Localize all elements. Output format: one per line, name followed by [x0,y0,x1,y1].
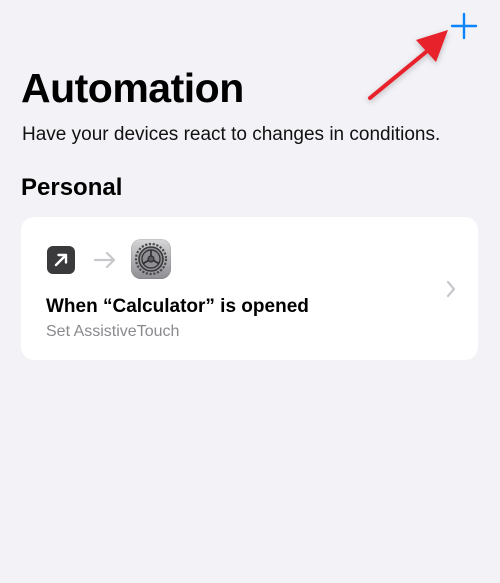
open-app-icon [47,246,75,274]
page-subtitle: Have your devices react to changes in co… [22,124,441,145]
automation-card[interactable]: When “Calculator” is opened Set Assistiv… [21,217,478,360]
annotation-arrow-icon [368,30,448,100]
page-title: Automation [21,65,244,111]
section-title-personal: Personal [21,174,123,201]
arrow-right-icon [93,251,116,269]
automation-title: When “Calculator” is opened [46,296,309,317]
settings-app-icon [131,239,171,279]
automation-subtitle: Set AssistiveTouch [46,323,180,340]
chevron-right-icon [446,280,456,298]
